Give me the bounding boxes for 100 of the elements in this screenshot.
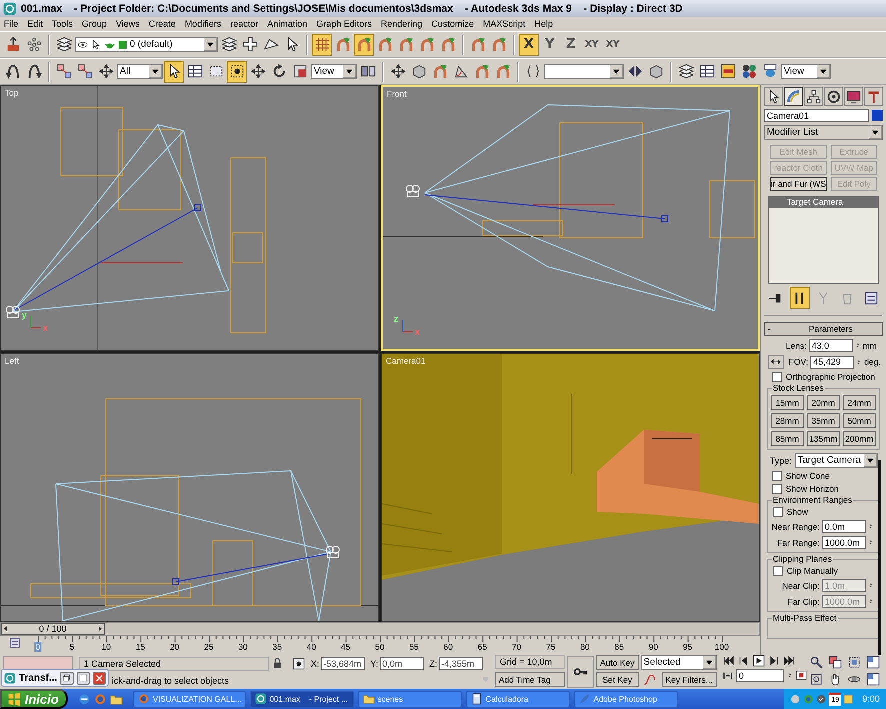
play-icon[interactable] [753,655,765,667]
taskbar-button[interactable]: Adobe Photoshop [574,690,678,708]
minimized-window[interactable]: Transf... [1,669,109,687]
dropdown-arrow-icon[interactable] [204,38,217,51]
taskbar-button[interactable]: 001.max - Project ... [250,690,354,708]
start-button[interactable]: Inicio [0,689,68,709]
view-dropdown[interactable]: View [781,64,831,79]
region-zoom-icon[interactable] [810,672,823,686]
zoom-icon[interactable] [810,656,823,669]
cursor-button[interactable] [164,60,184,82]
dropdown-arrow-icon[interactable] [869,126,882,139]
lens-field[interactable]: 43,0 [808,339,853,352]
menu-item[interactable]: Modifiers [184,19,222,29]
lens-button[interactable]: 200mm [843,431,876,446]
zoom-extents-icon[interactable] [848,656,861,669]
rollout-header[interactable]: - Parameters [764,322,883,336]
checkbox[interactable] [772,372,782,382]
selection-filter-dropdown[interactable]: All [117,64,163,79]
coordinate-field[interactable]: 0,0m [380,657,424,670]
axis-constraint-button[interactable]: Z [561,34,581,56]
auto-key-button[interactable]: Auto Key [596,655,639,670]
menu-item[interactable]: Create [148,19,176,29]
fov-field[interactable]: 45,429 [810,356,854,368]
axis-constraint-button[interactable]: Y [540,34,560,56]
key-mode-dropdown[interactable]: Selected [640,655,717,670]
monitor-tab[interactable] [844,87,863,106]
zoom-all-icon[interactable] [829,656,842,669]
maximize-button[interactable] [76,672,90,684]
checkbox[interactable] [773,507,783,517]
checkbox-label[interactable]: Clip Manually [787,566,838,576]
axis-constraint-button[interactable]: XY [603,34,623,56]
axis-constraint-button[interactable]: XY [582,34,602,56]
menu-item[interactable]: reactor [230,19,258,29]
key-mode-icon[interactable] [723,670,733,680]
lens-button[interactable]: 35mm [807,413,840,428]
maximize-viewport-icon[interactable] [867,656,880,669]
axis-constraint-button[interactable]: X [519,34,539,56]
named-selection-dropdown[interactable] [544,64,624,79]
lens-button[interactable]: 135mm [807,431,840,446]
modifier-button[interactable]: ir and Fur (WS [770,177,828,191]
bars-button[interactable] [790,287,810,309]
cursor-tab[interactable] [764,87,783,106]
taskbar-button[interactable]: Calculadora [466,690,570,708]
target-icon[interactable] [293,658,305,670]
go-to-start-icon[interactable] [723,655,735,667]
color-swatch[interactable] [872,110,883,121]
object-name-field[interactable]: Camera01 [764,109,869,122]
layer-dropdown[interactable]: 0 (default) [75,37,218,52]
wheel-tab[interactable] [824,87,843,106]
menu-item[interactable]: Customize [432,19,474,29]
lens-button[interactable]: 85mm [771,431,804,446]
coordinate-field[interactable]: -53,684m [320,657,365,670]
restore-button[interactable] [60,672,74,684]
hierarchy-tab[interactable] [804,87,823,106]
menu-item[interactable]: File [4,19,19,29]
dropdown-arrow-icon[interactable] [149,65,162,78]
taskbar-button[interactable]: scenes [358,690,462,708]
dropdown-arrow-icon[interactable] [703,656,716,669]
taskbar-button[interactable]: VISUALIZATION GALL... [133,690,246,708]
dropdown-arrow-icon[interactable] [343,65,356,78]
eye-icon[interactable] [78,40,88,50]
lens-button[interactable]: 20mm [807,395,840,410]
go-to-end-icon[interactable] [783,655,795,667]
menu-item[interactable]: Animation [267,19,308,29]
checkbox-label[interactable]: Show [787,507,808,517]
coordinate-system-dropdown[interactable]: View [311,64,357,79]
checkbox[interactable] [773,566,783,576]
menu-item[interactable]: Group [82,19,108,29]
pan-icon[interactable] [829,672,842,686]
checkbox-label[interactable]: Show Horizon [786,484,839,494]
checkbox[interactable] [772,484,782,494]
scrollbar[interactable] [878,460,881,655]
key-button[interactable] [567,656,594,688]
key-filters-button[interactable]: Key Filters... [662,672,717,687]
lens-button[interactable]: 24mm [843,395,876,410]
close-button[interactable] [92,672,106,684]
add-time-tag-button[interactable]: Add Time Tag [495,672,565,687]
menu-item[interactable]: Tools [52,19,74,29]
time-slider[interactable]: 0 / 100 [0,622,760,636]
menu-item[interactable]: Edit [28,19,44,29]
time-slider-thumb[interactable]: 0 / 100 [1,623,105,635]
dropdown-arrow-icon[interactable] [610,65,623,78]
fov-direction-button[interactable] [768,355,784,369]
lens-button[interactable]: 50mm [843,413,876,428]
lens-button[interactable]: 15mm [771,395,804,410]
modifier-list-dropdown[interactable]: Modifier List [764,125,883,140]
range-field[interactable]: 1000,0m [822,536,866,549]
list-icon[interactable] [8,637,22,649]
checkbox[interactable] [772,471,782,481]
dotted-square-button[interactable] [227,60,247,82]
coordinate-field[interactable]: -4,355m [438,657,483,670]
dropdown-arrow-icon[interactable] [817,65,830,78]
menu-item[interactable]: MAXScript [483,19,526,29]
lock-icon[interactable] [272,658,283,669]
checkbox-label[interactable]: Show Cone [786,471,830,481]
grid-button[interactable] [312,34,332,56]
maximize-viewport-icon[interactable] [867,672,880,686]
range-field[interactable]: 0,0m [822,520,866,533]
stack-item[interactable]: Target Camera [769,197,878,208]
hammer-tab[interactable] [864,87,883,106]
